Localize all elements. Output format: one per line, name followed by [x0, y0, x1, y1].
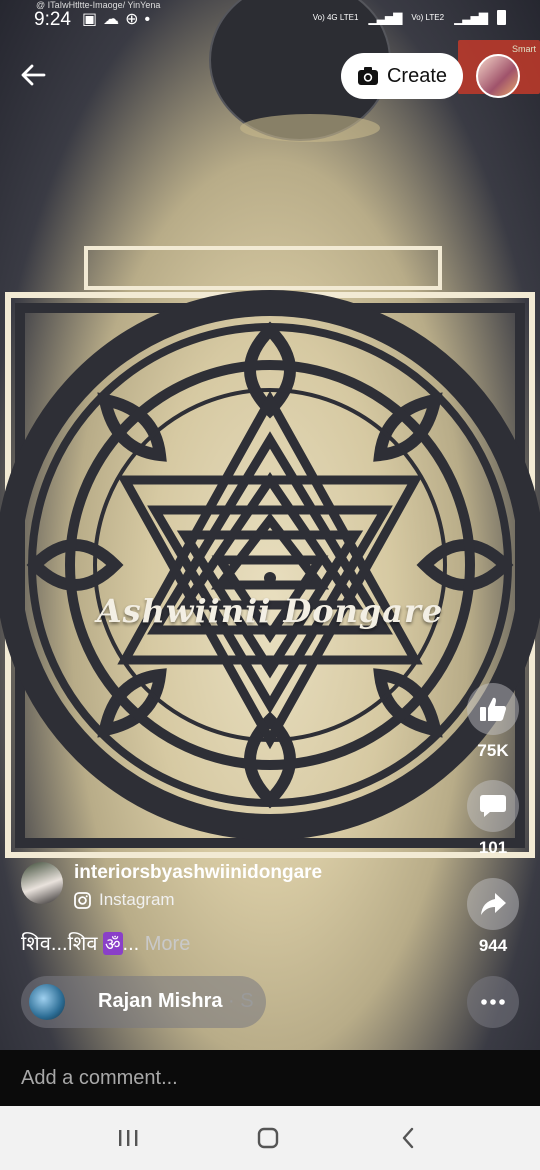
share-arrow-icon — [481, 893, 506, 915]
recent-apps-button[interactable] — [108, 1120, 148, 1156]
share-button[interactable] — [467, 878, 519, 930]
share-action[interactable]: 944 — [466, 878, 520, 956]
caption-text: शिव...शिव — [21, 933, 104, 955]
caption-more-link[interactable]: More — [139, 933, 191, 955]
network-1-label: Vo) 4G LTE1 — [312, 13, 359, 22]
more-options-button[interactable] — [467, 976, 519, 1028]
comment-input[interactable] — [21, 1064, 501, 1092]
network-2-label: Vo) LTE2 — [411, 13, 445, 22]
status-icons: ▣☁⊕• — [82, 9, 156, 29]
comment-bar — [0, 1050, 540, 1106]
like-count: 75K — [477, 741, 509, 760]
signal-icon: ▁▃▅▇ — [454, 10, 488, 25]
like-action[interactable]: 75K — [466, 683, 520, 761]
signal-icon: ▁▃▅▇ — [368, 10, 402, 25]
share-count: 944 — [478, 936, 508, 955]
grid-icon: ⊕ — [125, 11, 145, 28]
author-source: Instagram — [74, 890, 175, 910]
status-time: 9:24 — [34, 9, 71, 30]
dot-icon: • — [144, 11, 157, 28]
author-name[interactable]: interiorsbyashwiinidongare — [74, 862, 322, 884]
battery-icon — [497, 10, 506, 25]
back-arrow-icon[interactable] — [18, 60, 48, 90]
home-button[interactable] — [248, 1120, 288, 1156]
create-button[interactable]: Create — [341, 53, 463, 99]
create-button-label: Create — [386, 64, 448, 87]
system-back-button[interactable] — [388, 1120, 428, 1156]
author-source-label: Instagram — [99, 890, 175, 909]
video-watermark: Ashwiinii Dongare — [96, 592, 444, 630]
chevron-left-icon — [402, 1127, 414, 1149]
comment-action[interactable]: 101 — [466, 780, 520, 858]
instagram-icon — [74, 891, 91, 909]
audio-track-label: Rajan Mishra · S — [98, 990, 254, 1013]
ellipsis-icon — [481, 999, 505, 1005]
audio-disc-icon — [29, 984, 65, 1020]
like-button[interactable] — [467, 683, 519, 735]
recent-apps-icon — [119, 1130, 138, 1146]
comment-button[interactable] — [467, 780, 519, 832]
comment-count: 101 — [478, 838, 508, 857]
image-icon: ▣ — [82, 11, 104, 28]
comment-icon — [480, 795, 506, 817]
status-bar: @ ITaIwHtltte-Imaoge/ YinYena 9:24 ▣☁⊕• … — [0, 0, 540, 40]
system-nav-bar — [0, 1106, 540, 1170]
home-icon — [257, 1127, 279, 1149]
caption-ellipsis: ... — [122, 933, 140, 955]
status-network: Vo) 4G LTE1 ▁▃▅▇ Vo) LTE2 ▁▃▅▇ — [313, 10, 506, 25]
audio-artist-name: Rajan Mishra — [98, 990, 223, 1012]
thumbs-up-icon — [480, 697, 506, 721]
om-emoji: ॐ — [103, 932, 123, 955]
cloud-icon: ☁ — [103, 11, 126, 28]
author-avatar[interactable] — [21, 862, 63, 904]
profile-avatar[interactable] — [476, 54, 520, 98]
audio-track-pill[interactable]: Rajan Mishra · S — [21, 976, 266, 1028]
camera-icon — [357, 67, 378, 85]
audio-track-suffix: · S — [222, 990, 254, 1012]
post-caption[interactable]: शिव...शिव ॐ... More — [21, 929, 190, 956]
